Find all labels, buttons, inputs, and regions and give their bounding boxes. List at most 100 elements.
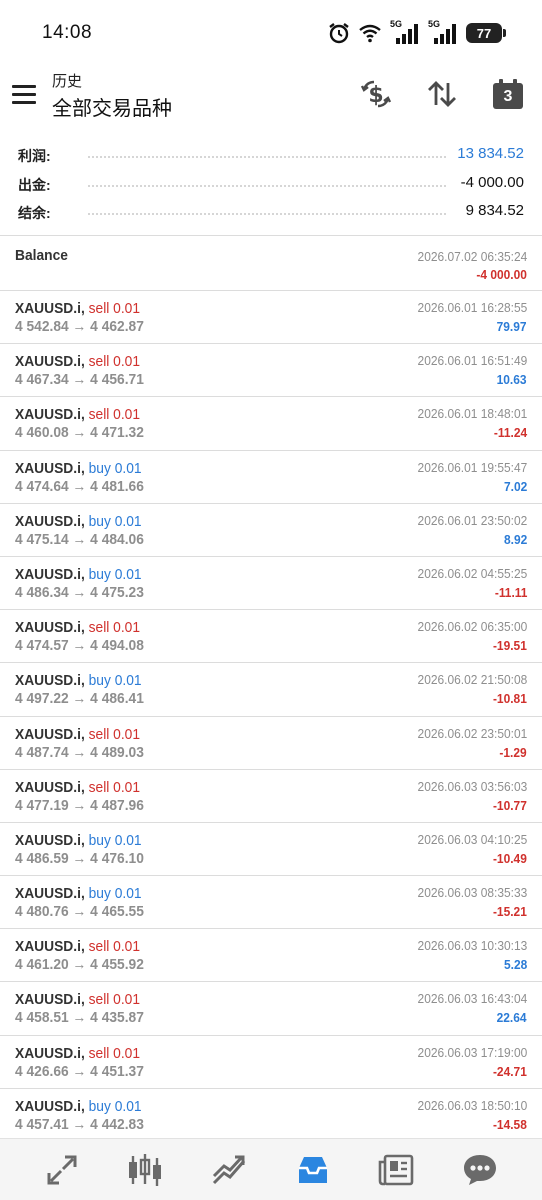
trade-symbol: XAUUSD.i, buy 0.01 [15, 672, 142, 689]
trade-symbol-text: XAUUSD.i, [15, 565, 85, 583]
trade-time: 2026.06.02 21:50:08 [417, 672, 527, 688]
svg-text:$: $ [368, 83, 383, 108]
trade-prices: 4 460.08 → 4 471.32 [15, 424, 144, 442]
chart-icon[interactable] [123, 1148, 167, 1192]
trade-symbol-text: XAUUSD.i, [15, 406, 85, 424]
chat-icon[interactable] [458, 1148, 502, 1192]
dotted-leader [88, 184, 446, 187]
trade-direction: buy 0.01 [88, 885, 142, 903]
trade-time: 2026.06.01 23:50:02 [417, 512, 527, 528]
status-bar: 14:08 5G 5G 77 [0, 0, 542, 66]
trade-prices: 4 486.59 → 4 476.10 [15, 849, 144, 867]
trade-prices: 4 542.84 → 4 462.87 [15, 318, 144, 335]
trade-direction: buy 0.01 [88, 672, 142, 690]
trade-prices: 4 477.19 → 4 487.96 [15, 796, 144, 814]
trade-row[interactable]: XAUUSD.i, buy 0.01 4 474.64 → 4 481.66 202… [0, 451, 542, 504]
trade-time: 2026.06.01 16:28:55 [417, 300, 527, 315]
trade-time: 2026.06.02 06:35:00 [417, 619, 527, 635]
trade-row[interactable]: XAUUSD.i, sell 0.01 4 487.74 → 4 489.03 20… [0, 717, 542, 770]
signal-label: 5G [390, 19, 403, 29]
profit-label: 利润: [18, 148, 51, 164]
summary-balance-row: 结余: 9 834.52 [0, 197, 542, 226]
trade-profit: 5.28 [503, 957, 527, 973]
dotted-leader [88, 156, 446, 158]
trade-row[interactable]: XAUUSD.i, buy 0.01 4 457.41 → 4 442.83 202… [0, 1089, 542, 1142]
trade-time: 2026.06.03 17:19:00 [417, 1044, 527, 1060]
trade-row[interactable]: XAUUSD.i, sell 0.01 4 474.57 → 4 494.08 20… [0, 610, 542, 664]
trade-symbol-text: XAUUSD.i, [15, 991, 85, 1009]
balance-label: 结余: [18, 205, 51, 221]
wifi-icon [359, 24, 381, 43]
trade-row[interactable]: XAUUSD.i, buy 0.01 4 475.14 → 4 484.06 202… [0, 504, 542, 557]
trade-icon[interactable] [207, 1148, 251, 1192]
trade-row[interactable]: XAUUSD.i, sell 0.01 4 461.20 → 4 455.92 20… [0, 929, 542, 983]
trade-row[interactable]: XAUUSD.i, sell 0.01 4 542.84 → 4 462.87 20… [0, 291, 542, 345]
trade-time: 2026.06.03 10:30:13 [417, 938, 527, 954]
menu-icon[interactable] [12, 80, 40, 108]
trade-profit: 22.64 [497, 1010, 527, 1026]
trade-row[interactable]: XAUUSD.i, sell 0.01 4 477.19 → 4 487.96 20… [0, 770, 542, 823]
trade-row[interactable]: XAUUSD.i, buy 0.01 4 486.59 → 4 476.10 202… [0, 823, 542, 877]
trade-profit: 8.92 [503, 531, 527, 547]
trade-row[interactable]: XAUUSD.i, sell 0.01 4 460.08 → 4 471.32 20… [0, 397, 542, 451]
trade-direction: sell 0.01 [88, 938, 141, 956]
trade-prices: 4 480.76 → 4 465.55 [15, 903, 144, 921]
trade-symbol-text: XAUUSD.i, [15, 831, 85, 849]
trade-prices: 4 474.64 → 4 481.66 [15, 477, 144, 495]
page-subtitle: 历史 [52, 73, 83, 90]
trade-prices: 4 487.74 → 4 489.03 [15, 743, 144, 761]
trade-time: 2026.06.01 16:51:49 [417, 353, 527, 369]
trade-time: 2026.06.03 04:10:25 [417, 831, 527, 847]
app-header: 历史 全部交易品种 $ 3 [0, 66, 542, 130]
history-icon[interactable] [291, 1148, 335, 1192]
trade-symbol: XAUUSD.i, sell 0.01 [15, 726, 140, 743]
trade-profit: -10.81 [493, 691, 527, 707]
trade-symbol-text: XAUUSD.i, [15, 885, 85, 903]
trade-profit: 7.02 [503, 478, 527, 494]
trade-direction: sell 0.01 [88, 1044, 141, 1062]
sort-icon[interactable] [424, 76, 460, 112]
trade-direction: sell 0.01 [88, 619, 141, 637]
trade-direction: buy 0.01 [88, 831, 142, 849]
trade-prices: 4 474.57 → 4 494.08 [15, 637, 144, 655]
page-title[interactable]: 全部交易品种 [52, 92, 172, 121]
trade-row[interactable]: XAUUSD.i, sell 0.01 4 458.51 → 4 435.87 20… [0, 982, 542, 1036]
trade-row[interactable]: XAUUSD.i, buy 0.01 4 497.22 → 4 486.41 202… [0, 663, 542, 717]
trade-direction: sell 0.01 [88, 991, 141, 1009]
trade-symbol-text: XAUUSD.i, [15, 1044, 85, 1062]
quotes-icon[interactable] [40, 1148, 84, 1192]
withdraw-label: 出金: [18, 176, 51, 193]
trade-row[interactable]: XAUUSD.i, buy 0.01 4 486.34 → 4 475.23 202… [0, 557, 542, 611]
trade-symbol-text: XAUUSD.i, [15, 672, 85, 690]
trade-symbol-text: XAUUSD.i, [15, 512, 85, 530]
summary-profit-row: 利润: 13 834.52 [0, 140, 542, 169]
currency-swap-icon[interactable]: $ [358, 76, 394, 112]
trade-symbol: XAUUSD.i, buy 0.01 [15, 832, 142, 849]
trade-prices: 4 467.34 → 4 456.71 [15, 371, 144, 389]
bottom-nav [0, 1138, 542, 1200]
trade-prices: 4 497.22 → 4 486.41 [15, 690, 144, 708]
trade-profit: -10.77 [493, 797, 527, 813]
trade-row[interactable]: XAUUSD.i, sell 0.01 4 426.66 → 4 451.37 20… [0, 1036, 542, 1089]
trade-symbol: XAUUSD.i, sell 0.01 [15, 1045, 140, 1062]
trade-row[interactable]: XAUUSD.i, sell 0.01 4 467.34 → 4 456.71 20… [0, 344, 542, 398]
trade-row[interactable]: XAUUSD.i, buy 0.01 4 480.76 → 4 465.55 202… [0, 876, 542, 930]
trade-profit: -11.11 [494, 584, 527, 600]
trade-profit: -15.21 [493, 904, 527, 920]
balance-entry-amount: -4 000.00 [476, 267, 527, 282]
calendar-icon[interactable]: 3 [490, 76, 526, 112]
balance-entry-label: Balance [15, 247, 68, 264]
balance-entry-row[interactable]: Balance 2026.07.02 06:35:24 -4 000.00 [0, 236, 542, 291]
trade-symbol: XAUUSD.i, buy 0.01 [15, 460, 142, 477]
trade-direction: sell 0.01 [88, 406, 141, 424]
trade-symbol-text: XAUUSD.i, [15, 459, 85, 477]
trade-profit: -14.58 [493, 1116, 527, 1132]
trade-symbol-text: XAUUSD.i, [15, 778, 85, 796]
signal-icon: 5G [390, 19, 420, 44]
trade-profit: -10.49 [493, 850, 527, 866]
trade-direction: sell 0.01 [88, 778, 141, 796]
trade-prices: 4 426.66 → 4 451.37 [15, 1062, 144, 1080]
news-icon[interactable] [374, 1148, 418, 1192]
history-list: Balance 2026.07.02 06:35:24 -4 000.00 XA… [0, 236, 542, 1142]
trade-time: 2026.06.03 03:56:03 [417, 778, 527, 794]
